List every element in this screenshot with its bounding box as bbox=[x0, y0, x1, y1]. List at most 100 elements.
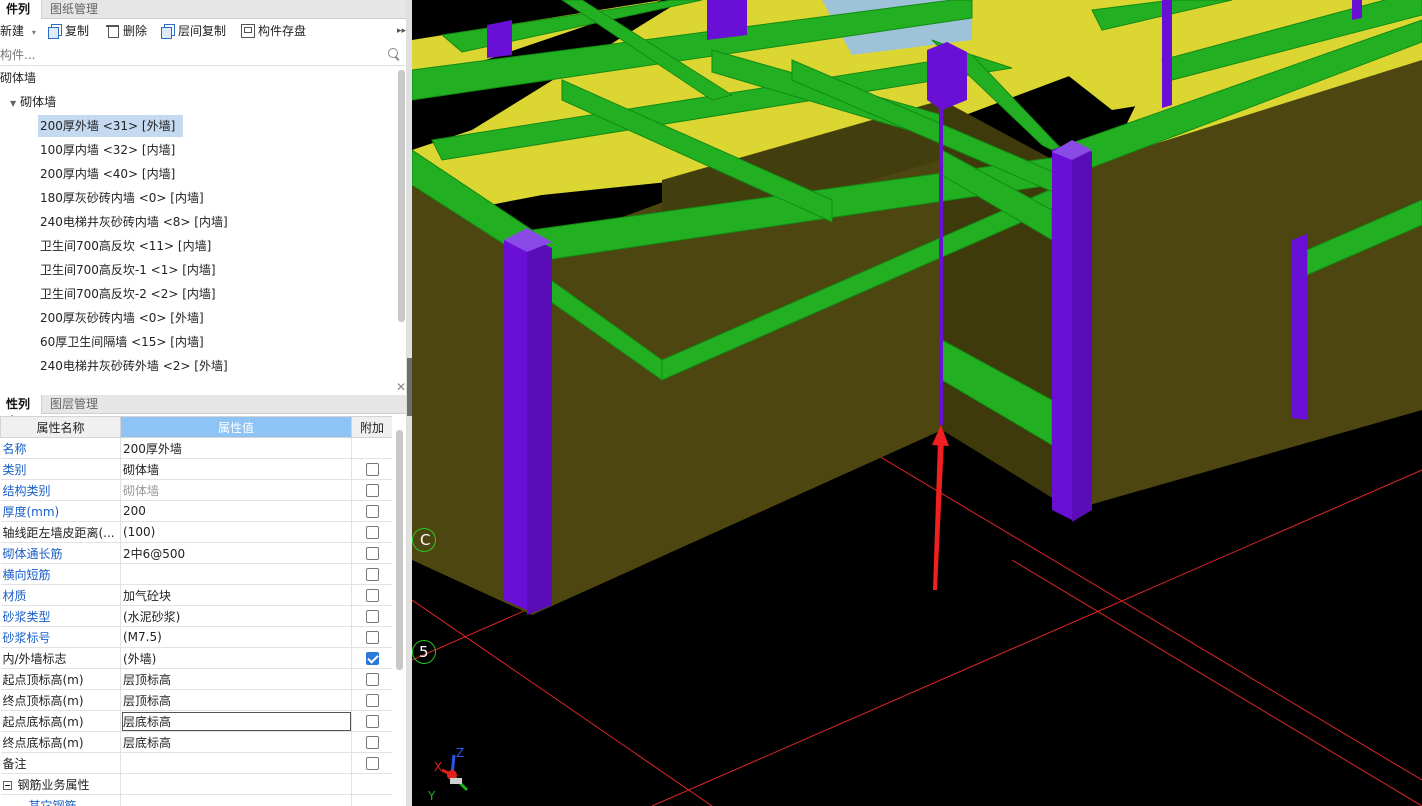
property-row[interactable]: 结构类别 砌体墙 bbox=[0, 479, 392, 501]
search-icon[interactable] bbox=[388, 48, 400, 60]
property-row[interactable]: 钢筋业务属性 bbox=[0, 773, 392, 795]
tree-item[interactable]: 60厚卫生间隔墙 <15> [内墙] bbox=[38, 331, 204, 353]
extra-checkbox[interactable] bbox=[365, 631, 379, 644]
header-extra[interactable]: 附加 bbox=[351, 416, 392, 438]
extra-checkbox[interactable] bbox=[365, 589, 379, 602]
tab-component-list[interactable]: 件列表 bbox=[0, 0, 42, 34]
extra-checkbox[interactable] bbox=[365, 757, 379, 770]
property-value[interactable]: 200 bbox=[120, 500, 352, 522]
property-name: 起点顶标高(m) bbox=[0, 668, 121, 690]
property-row[interactable]: 备注 bbox=[0, 752, 392, 774]
property-row[interactable]: 内/外墙标志 (外墙) bbox=[0, 647, 392, 669]
tree-item[interactable]: 200厚内墙 <40> [内墙] bbox=[38, 163, 175, 185]
axis-gizmo[interactable] bbox=[441, 754, 469, 792]
new-button-label: 新建 bbox=[0, 24, 25, 38]
extra-checkbox[interactable] bbox=[365, 715, 379, 728]
search-input[interactable] bbox=[0, 45, 380, 65]
copy-button[interactable]: 复制 bbox=[48, 19, 89, 43]
tree-item[interactable]: 180厚灰砂砖内墙 <0> [内墙] bbox=[38, 187, 204, 209]
property-name-text: 备注 bbox=[2, 756, 27, 771]
3d-viewport[interactable]: C 5 X Y Z bbox=[412, 0, 1422, 806]
tree-item[interactable]: 200厚外墙 <31> [外墙] bbox=[38, 115, 184, 137]
property-row[interactable]: 厚度(mm) 200 bbox=[0, 500, 392, 522]
property-value[interactable]: (100) bbox=[120, 521, 352, 543]
extra-checkbox[interactable] bbox=[365, 505, 379, 518]
tree-item[interactable]: 240电梯井灰砂砖内墙 <8> [内墙] bbox=[38, 211, 228, 233]
extra-checkbox[interactable] bbox=[365, 610, 379, 623]
property-value[interactable]: 200厚外墙 bbox=[120, 437, 352, 459]
header-value[interactable]: 属性值 bbox=[120, 416, 352, 438]
property-value[interactable] bbox=[120, 794, 352, 806]
property-value[interactable]: 层底标高 bbox=[120, 710, 352, 732]
property-value[interactable]: 加气砼块 bbox=[120, 584, 352, 606]
property-row[interactable]: 终点顶标高(m) 层顶标高 bbox=[0, 689, 392, 711]
tree-item[interactable]: 卫生间700高反坎-1 <1> [内墙] bbox=[38, 259, 216, 281]
property-row[interactable]: 终点底标高(m) 层底标高 bbox=[0, 731, 392, 753]
tree-item[interactable]: 240电梯井灰砂砖外墙 <2> [外墙] bbox=[38, 355, 228, 376]
tree-root[interactable]: 砌体墙 bbox=[0, 67, 36, 89]
properties-tabbar: 性列表 图层管理 bbox=[0, 395, 410, 429]
property-value[interactable]: (外墙) bbox=[120, 647, 352, 669]
property-row[interactable]: 砂浆标号 (M7.5) bbox=[0, 626, 392, 648]
property-value[interactable]: 层底标高 bbox=[120, 731, 352, 753]
delete-button[interactable]: 删除 bbox=[106, 19, 147, 43]
extra-checkbox[interactable] bbox=[365, 736, 379, 749]
property-name-text: 类别 bbox=[2, 462, 27, 477]
property-row[interactable]: 起点底标高(m) 层底标高 bbox=[0, 710, 392, 732]
tree-item[interactable]: 100厚内墙 <32> [内墙] bbox=[38, 139, 175, 161]
gizmo-y-label: Y bbox=[428, 789, 436, 803]
property-extra bbox=[351, 437, 392, 459]
property-row[interactable]: 砌体通长筋 2中6@500 bbox=[0, 542, 392, 564]
property-value[interactable]: (水泥砂浆) bbox=[120, 605, 352, 627]
tree-item[interactable]: 卫生间700高反坎-2 <2> [内墙] bbox=[38, 283, 216, 305]
annotation-arrow bbox=[932, 425, 949, 590]
property-row[interactable]: 砂浆类型 (水泥砂浆) bbox=[0, 605, 392, 627]
property-row[interactable]: 类别 砌体墙 bbox=[0, 458, 392, 480]
tree-expand-icon[interactable]: ▼ bbox=[10, 99, 16, 108]
property-value[interactable] bbox=[120, 563, 352, 585]
property-extra bbox=[351, 752, 392, 774]
property-value[interactable]: 2中6@500 bbox=[120, 542, 352, 564]
new-button[interactable]: 新建 ▾ bbox=[0, 19, 36, 43]
property-name-text: 起点顶标高(m) bbox=[2, 672, 84, 687]
property-extra bbox=[351, 689, 392, 711]
properties-scrollbar[interactable] bbox=[396, 430, 403, 670]
property-row[interactable]: 轴线距左墙皮距离(... (100) bbox=[0, 521, 392, 543]
floor-copy-button[interactable]: 层间复制 bbox=[161, 19, 226, 43]
property-extra bbox=[351, 542, 392, 564]
tree-item[interactable]: 卫生间700高反坎 <11> [内墙] bbox=[38, 235, 211, 257]
extra-checkbox[interactable] bbox=[365, 547, 379, 560]
property-value[interactable]: 砌体墙 bbox=[120, 458, 352, 480]
property-name: 类别 bbox=[0, 458, 121, 480]
extra-checkbox[interactable] bbox=[365, 484, 379, 497]
tree-scrollbar[interactable] bbox=[398, 70, 405, 322]
tab-layer-management[interactable]: 图层管理 bbox=[44, 395, 104, 414]
property-value[interactable]: 层顶标高 bbox=[120, 668, 352, 690]
property-value[interactable]: 砌体墙 bbox=[120, 479, 352, 501]
close-icon[interactable]: ✕ bbox=[396, 380, 406, 394]
collapse-icon[interactable] bbox=[2, 780, 12, 790]
extra-checkbox[interactable] bbox=[365, 694, 379, 707]
extra-checkbox[interactable] bbox=[365, 463, 379, 476]
extra-checkbox[interactable] bbox=[365, 568, 379, 581]
property-value[interactable] bbox=[120, 752, 352, 774]
property-row[interactable]: 横向短筋 bbox=[0, 563, 392, 585]
property-row[interactable]: 名称 200厚外墙 bbox=[0, 437, 392, 459]
property-row[interactable]: 材质 加气砼块 bbox=[0, 584, 392, 606]
component-save-button[interactable]: 构件存盘 bbox=[241, 19, 306, 43]
tab-property-list[interactable]: 性列表 bbox=[0, 395, 42, 429]
property-value[interactable]: (M7.5) bbox=[120, 626, 352, 648]
property-row[interactable]: 其它钢筋 bbox=[0, 794, 392, 806]
tree-group[interactable]: ▼ 砌体墙 bbox=[10, 91, 56, 113]
header-name[interactable]: 属性名称 bbox=[0, 416, 121, 438]
extra-checkbox[interactable] bbox=[365, 673, 379, 686]
more-chevron-icon[interactable]: ▸▸ bbox=[397, 19, 406, 43]
property-value[interactable] bbox=[120, 773, 352, 795]
property-row[interactable]: 起点顶标高(m) 层顶标高 bbox=[0, 668, 392, 690]
tab-drawing-management[interactable]: 图纸管理 bbox=[44, 0, 104, 19]
property-value[interactable]: 层顶标高 bbox=[120, 689, 352, 711]
extra-checkbox[interactable] bbox=[365, 526, 379, 539]
extra-checkbox[interactable] bbox=[365, 652, 379, 665]
property-name-text: 轴线距左墙皮距离(... bbox=[2, 525, 115, 540]
tree-item[interactable]: 200厚灰砂砖内墙 <0> [外墙] bbox=[38, 307, 204, 329]
